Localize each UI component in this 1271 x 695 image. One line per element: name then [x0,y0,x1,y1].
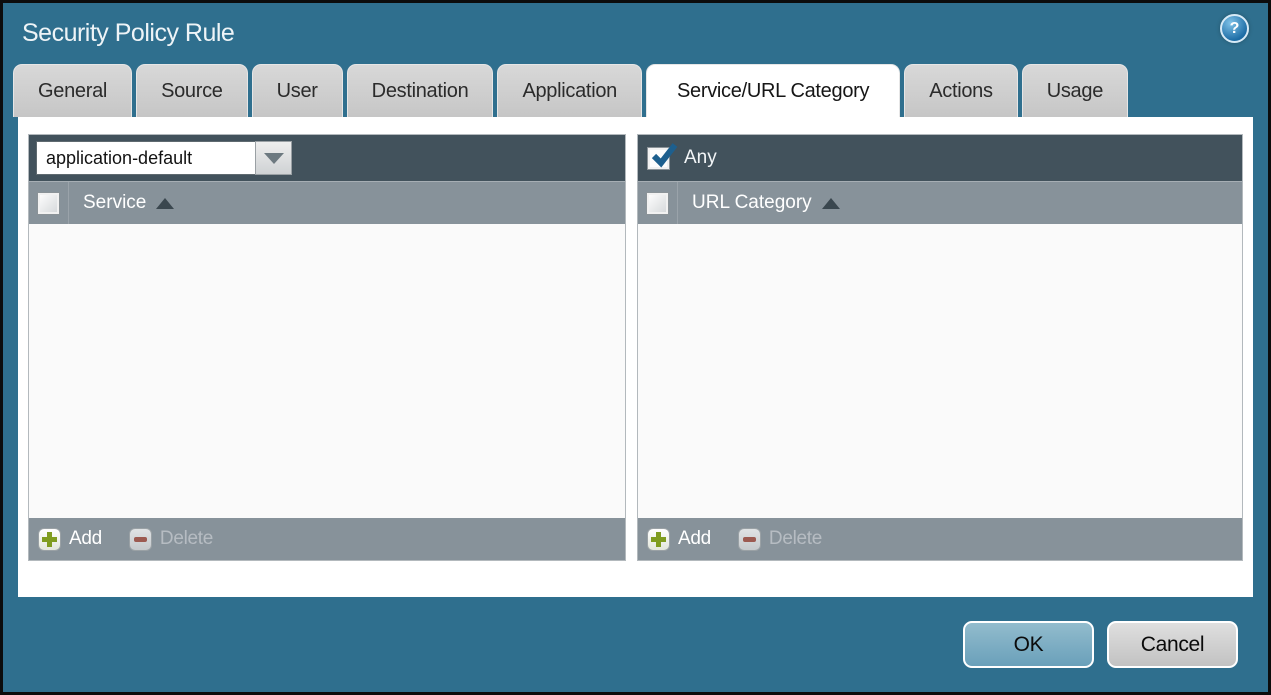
service-table-header: Service [29,181,625,224]
dialog-title: Security Policy Rule [22,19,235,47]
any-label: Any [684,147,717,168]
add-label: Add [678,528,711,549]
url-category-delete-button[interactable]: Delete [737,527,823,551]
cancel-button[interactable]: Cancel [1107,621,1238,668]
tab-destination[interactable]: Destination [346,64,494,117]
url-category-add-button[interactable]: Add [647,527,711,551]
tab-label: Application [522,79,617,102]
service-column-header[interactable]: Service [83,192,175,214]
service-type-dropdown [36,141,292,175]
service-toolbar: Add Delete [29,518,625,560]
tab-service-url-category[interactable]: Service/URL Category [645,64,901,117]
service-type-dropdown-button[interactable] [255,141,292,175]
delete-label: Delete [159,528,214,549]
tab-general[interactable]: General [13,64,133,117]
tab-user[interactable]: User [251,64,343,117]
url-category-select-all-cell [638,182,678,224]
service-panel: Service Add Delete [28,134,626,561]
tab-label: User [276,79,318,102]
delete-label: Delete [768,528,823,549]
service-list-area [29,224,625,518]
any-checkbox[interactable] [648,142,678,169]
sort-ascending-icon [821,197,840,209]
dialog-footer: OK Cancel [3,597,1268,692]
plus-icon [38,527,61,551]
tab-usage[interactable]: Usage [1021,64,1129,117]
service-panel-topbar [29,135,625,181]
add-label: Add [69,528,102,549]
security-policy-rule-dialog: Security Policy Rule ? General Source Us… [0,0,1271,695]
tab-label: Usage [1046,79,1104,102]
tab-label: Source [161,79,223,102]
url-category-table-header: URL Category [638,181,1242,224]
titlebar: Security Policy Rule ? [3,3,1268,64]
url-category-list-area [638,224,1242,518]
ok-button[interactable]: OK [963,621,1094,668]
url-category-column-label: URL Category [692,192,812,213]
tab-label: Service/URL Category [676,79,870,102]
tab-label: Actions [929,79,993,102]
tab-application[interactable]: Application [497,64,642,117]
service-type-input[interactable] [36,141,255,175]
chevron-down-icon [263,152,284,164]
tab-label: Destination [371,79,469,102]
tab-label: General [38,79,108,102]
service-select-all-checkbox[interactable] [38,192,59,214]
help-icon[interactable]: ? [1220,14,1249,43]
tab-content: Service Add Delete [18,117,1253,597]
url-category-column-header[interactable]: URL Category [692,192,840,214]
service-add-button[interactable]: Add [38,527,102,551]
service-column-label: Service [83,192,147,213]
sort-ascending-icon [156,197,175,209]
url-category-panel-topbar: Any [638,135,1242,181]
plus-icon [647,527,670,551]
service-select-all-cell [29,182,69,224]
tab-actions[interactable]: Actions [904,64,1018,117]
url-category-toolbar: Add Delete [638,518,1242,560]
minus-icon [128,527,152,551]
tab-strip: General Source User Destination Applicat… [3,64,1268,117]
url-category-panel: Any URL Category Add Delete [637,134,1243,561]
service-delete-button[interactable]: Delete [128,527,214,551]
minus-icon [737,527,761,551]
tab-source[interactable]: Source [136,64,248,117]
url-category-select-all-checkbox[interactable] [647,192,668,214]
help-glyph: ? [1229,19,1240,37]
